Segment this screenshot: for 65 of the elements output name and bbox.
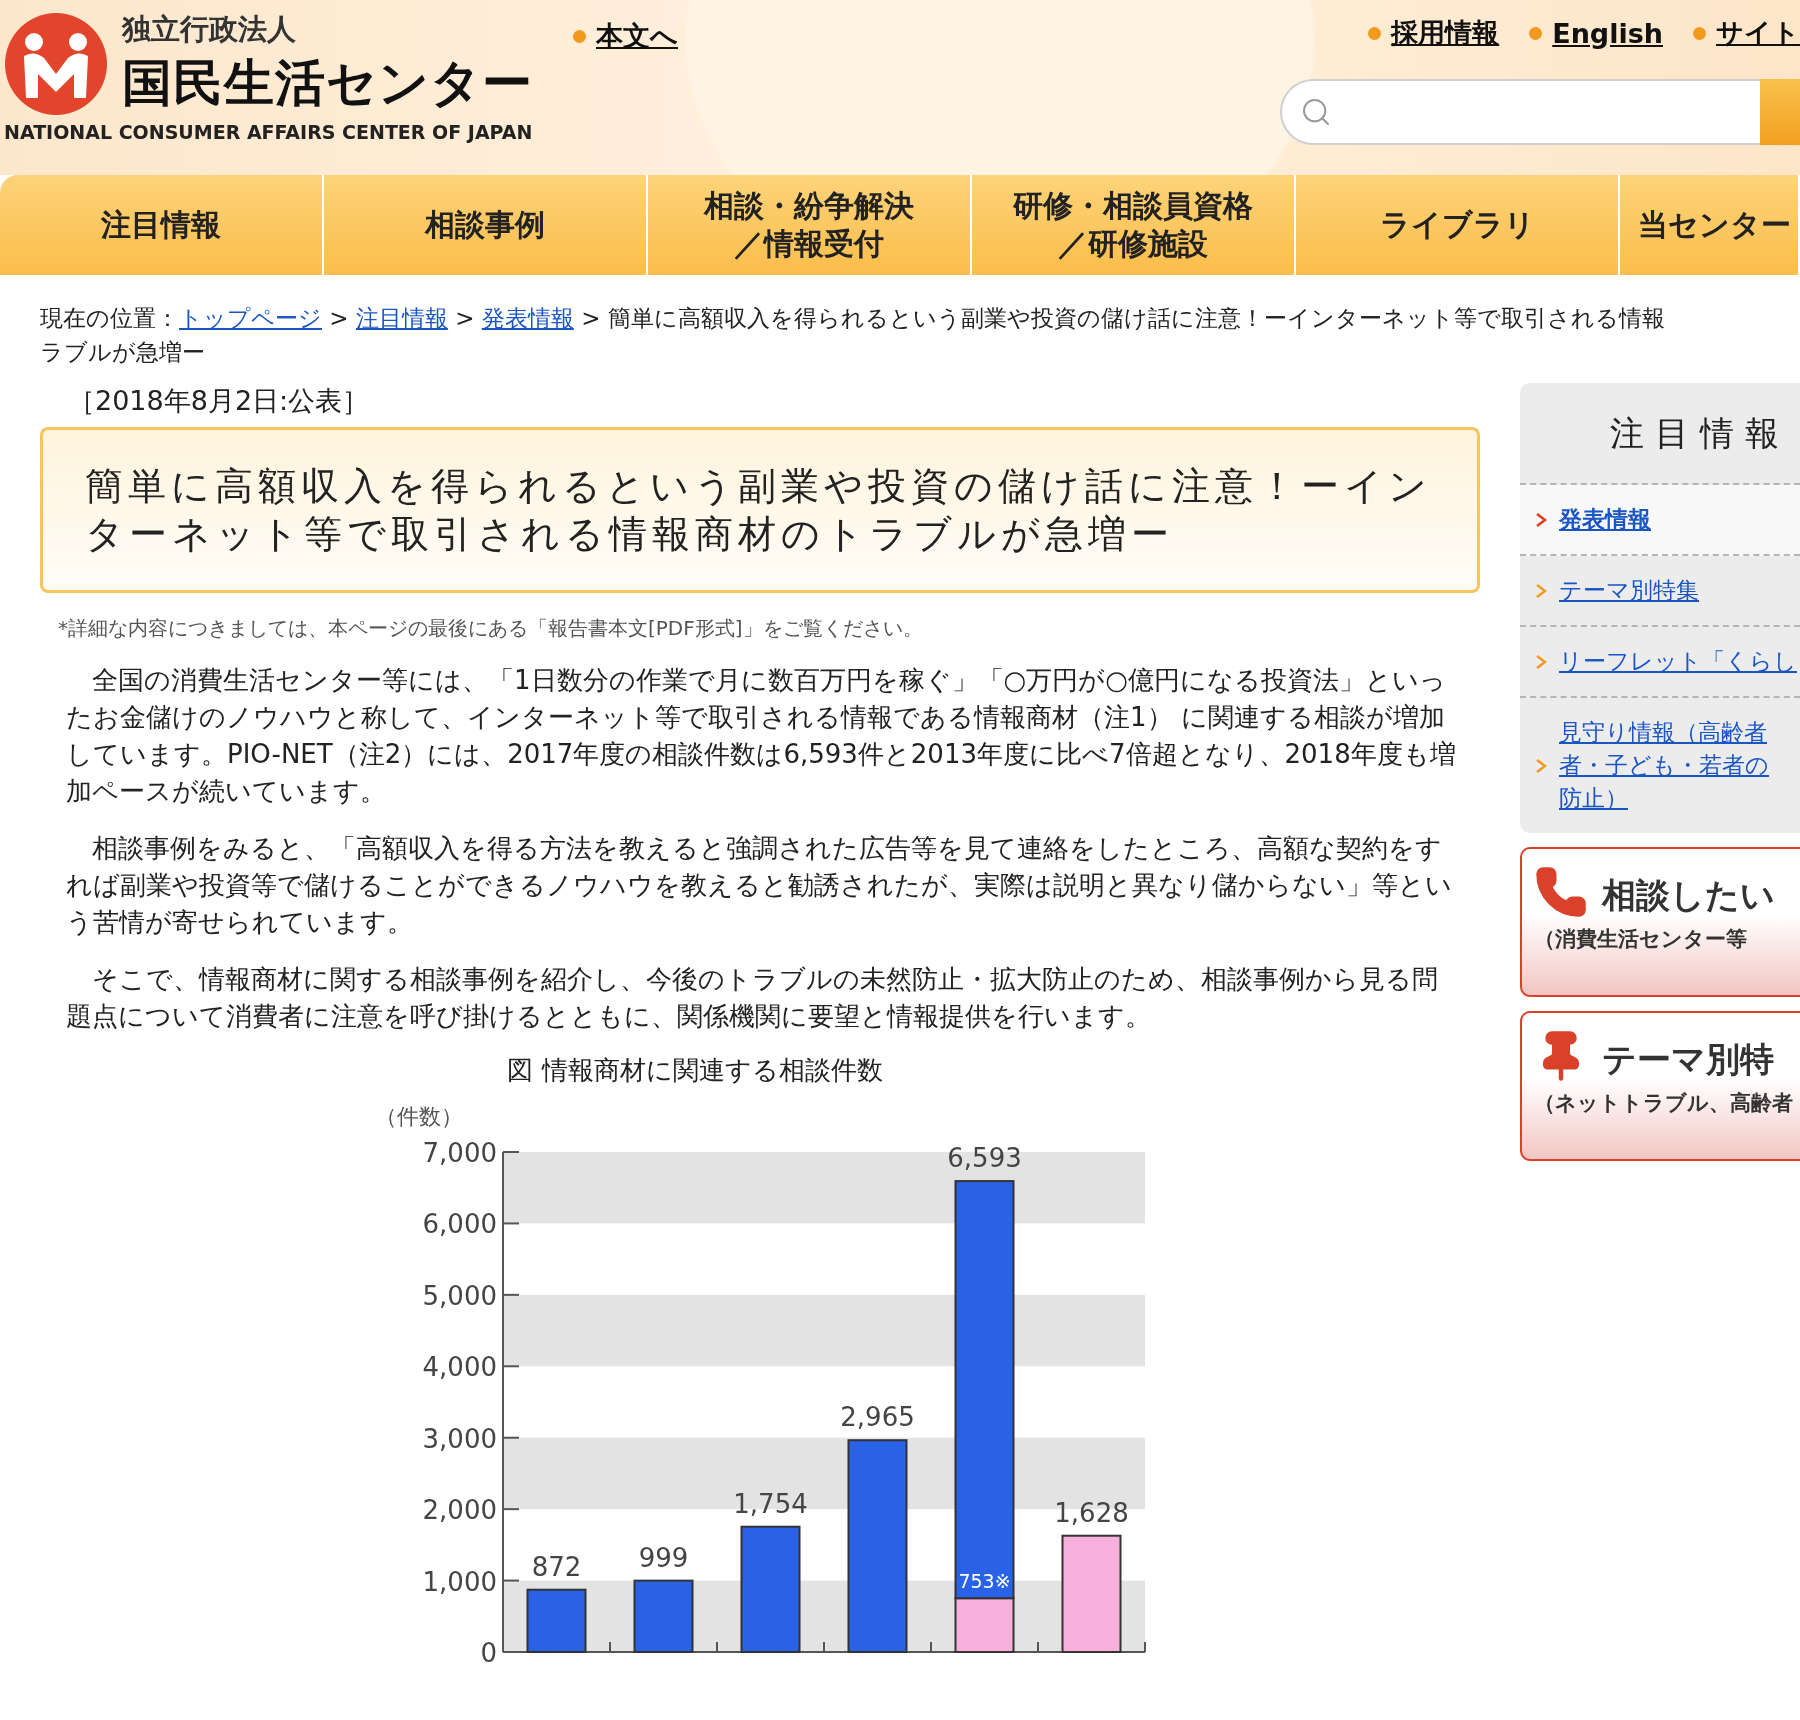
chevron-icon bbox=[1535, 511, 1547, 528]
feature-banner[interactable]: テーマ別特 （ネットトラブル、高齢者 bbox=[1520, 1011, 1800, 1161]
bullet-icon bbox=[1529, 26, 1543, 40]
header-link[interactable]: English bbox=[1552, 17, 1663, 49]
sidebar-link[interactable]: 発表情報 bbox=[1559, 503, 1651, 536]
logo-title: 国民生活センター bbox=[122, 53, 533, 114]
nav-tab[interactable]: 相談・紛争解決 ／情報受付 bbox=[648, 175, 972, 275]
phone-icon bbox=[1534, 865, 1588, 919]
value-label: 999 bbox=[638, 1542, 689, 1573]
nav-tab[interactable]: 研修・相談員資格 ／研修施設 bbox=[972, 175, 1296, 275]
sidebar-link[interactable]: テーマ別特集 bbox=[1559, 574, 1699, 607]
breadcrumb-link[interactable]: トップページ bbox=[179, 305, 322, 331]
breadcrumb-current: ラブルが急増ー bbox=[40, 338, 206, 367]
value-label: 6,593 bbox=[947, 1143, 1022, 1174]
tick-label: 4,000 bbox=[422, 1352, 497, 1383]
annotation-label: 753※ bbox=[958, 1570, 1011, 1593]
sidebar-item[interactable]: 発表情報 bbox=[1520, 485, 1800, 556]
article-title: 簡単に高額収入を得られるという副業や投資の儲け話に注意！ーインターネット等で取引される情報商材のトラブルが急増ー bbox=[40, 427, 1480, 593]
body-paragraph: 相談事例をみると、「高額収入を得る方法を教えると強調された広告等を見て連絡をしたところ、高額な契約をすれば副業や投資等で儲けることができるノウハウを教えると勧誘されたが、実際は説明と異なり儲からない」等という苦情が寄せられています。 bbox=[66, 832, 1453, 939]
breadcrumb-link[interactable]: 発表情報 bbox=[481, 305, 574, 331]
logo-subtitle: 独立行政法人 bbox=[122, 11, 297, 48]
breadcrumb-separator: > bbox=[329, 305, 349, 331]
chart-title: 図 情報商材に関連する相談件数 bbox=[506, 1054, 884, 1087]
body-paragraph: そこで、情報商材に関する相談事例を紹介し、今後のトラブルの未然防止・拡大防止のため、相談事例から見る問題点について消費者に注意を呼び掛けるとともに、関係機関に要望と情報提供を行います。 bbox=[66, 963, 1439, 1033]
breadcrumb-current: 簡単に高額収入を得られるという副業や投資の儲け話に注意！ーインターネット等で取引される情報 bbox=[607, 305, 1665, 331]
search-field[interactable] bbox=[1280, 79, 1760, 145]
value-label: 2,965 bbox=[840, 1402, 915, 1433]
body-paragraph: 全国の消費生活センター等には、「1日数分の作業で月に数百万円を稼ぐ」「○万円が○億円になる投資法」といったお金儲けのノウハウと称して、インターネット等で取引される情報である情報商材（注1） に関連する相談が増加しています。PIO-NET（注2）には、2017年度の相談件数は6,593件と2013年度に比べ7倍超となり、2018年度も増加ペースが続いています。 bbox=[66, 664, 1457, 808]
logo-english-name: NATIONAL CONSUMER AFFAIRS CENTER OF JAPAN bbox=[4, 121, 533, 143]
axis-label: （件数） bbox=[375, 1104, 463, 1129]
nav-tab[interactable]: ライブラリ bbox=[1296, 175, 1620, 275]
value-label: 1,628 bbox=[1054, 1497, 1129, 1528]
breadcrumb-label: 現在の位置： bbox=[40, 305, 179, 331]
chevron-icon bbox=[1535, 757, 1547, 774]
header-link[interactable]: 採用情報 bbox=[1391, 15, 1500, 51]
search-icon bbox=[1300, 96, 1332, 128]
skip-link[interactable]: 本文へ bbox=[596, 18, 678, 54]
breadcrumb-separator: > bbox=[455, 305, 475, 331]
nav-tab[interactable]: 当センター bbox=[1620, 175, 1800, 275]
chevron-icon bbox=[1535, 653, 1547, 670]
nav-tab[interactable]: 相談事例 bbox=[324, 175, 648, 275]
breadcrumb-link[interactable]: 注目情報 bbox=[355, 305, 448, 331]
header-link[interactable]: サイト bbox=[1716, 15, 1800, 51]
logo-icon bbox=[4, 11, 108, 116]
tick-label: 3,000 bbox=[422, 1423, 497, 1454]
bullet-icon bbox=[1693, 26, 1706, 40]
note-text: *詳細な内容につきましては、本ページの最後にある「報告書本文[PDF形式]」をご覧ください。 bbox=[58, 615, 924, 642]
tick-label: 2,000 bbox=[422, 1495, 497, 1526]
breadcrumb-separator: > bbox=[581, 305, 601, 331]
value-label: 872 bbox=[531, 1551, 582, 1582]
bullet-icon bbox=[573, 29, 586, 43]
tick-label: 7,000 bbox=[422, 1138, 497, 1168]
tick-label: 1,000 bbox=[422, 1566, 497, 1597]
tick-label: 5,000 bbox=[422, 1280, 497, 1311]
chevron-icon bbox=[1535, 582, 1547, 599]
tick-label: 6,000 bbox=[422, 1209, 497, 1240]
value-label: 1,754 bbox=[733, 1488, 808, 1519]
bar bbox=[526, 1588, 587, 1653]
nav-tab[interactable]: 注目情報 bbox=[0, 175, 324, 275]
publish-date: ［2018年8月2日:公表］ bbox=[67, 384, 371, 418]
feature-banner[interactable]: 相談したい （消費生活センター等 bbox=[1520, 847, 1800, 997]
tick-label: 0 bbox=[480, 1638, 497, 1668]
search-button[interactable] bbox=[1760, 79, 1800, 145]
bullet-icon bbox=[1368, 26, 1382, 40]
sidebar-item[interactable]: テーマ別特集 bbox=[1520, 556, 1800, 627]
